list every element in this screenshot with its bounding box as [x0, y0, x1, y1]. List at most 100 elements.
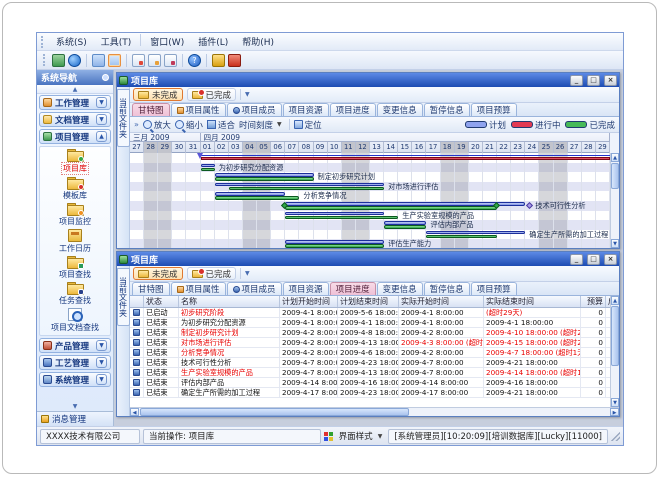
tab-甘特图[interactable]: 甘特图	[132, 282, 170, 295]
current-folder-tab[interactable]: 当前文件夹	[117, 89, 130, 147]
exit-icon[interactable]	[228, 54, 241, 67]
plan-bar-确定生产所需的加工过程[interactable]	[426, 231, 525, 235]
doc-add-icon[interactable]	[132, 54, 145, 67]
scrollbar-thumb[interactable]	[611, 306, 619, 366]
scrollbar-track[interactable]	[410, 408, 610, 416]
actual-bar-分析竞争情况[interactable]	[215, 196, 300, 200]
sidebar-item-项目文档查找[interactable]: 项目文档查找	[40, 307, 110, 334]
scroll-left-arrow-icon[interactable]: ◀	[130, 408, 139, 416]
tab-项目属性[interactable]: 项目属性	[171, 103, 226, 116]
actual-bar-评估内部产品[interactable]	[384, 225, 426, 229]
scrollbar-track[interactable]	[611, 367, 619, 398]
sidebar-scroll-up-button[interactable]: ▲	[37, 85, 113, 94]
sidebar-section-0[interactable]: 工作管理▼	[39, 95, 111, 110]
sidebar-item-模板库[interactable]: 模板库	[40, 176, 110, 202]
table-row[interactable]: 已启动初步研究阶段2009-4-1 8:00:002009-5-6 18:00:…	[130, 308, 610, 318]
menu-item-0[interactable]: 系统(S)	[49, 34, 94, 49]
plan-bar-制定初步研究计划[interactable]	[215, 173, 314, 177]
time-scale-dropdown[interactable]: 时间刻度▼	[239, 119, 285, 131]
table-row[interactable]: 已结束生产实验室规模的产品2009-4-7 8:00:002009-4-13 1…	[130, 368, 610, 378]
minimize-button[interactable]: _	[570, 254, 583, 265]
sidebar-scroll-down-button[interactable]: ▼	[37, 402, 113, 411]
menu-item-2[interactable]: 窗口(W)	[143, 34, 191, 49]
sidebar-section-3[interactable]: 产品管理▼	[39, 338, 111, 353]
actual-bar-对市场进行评估[interactable]	[229, 187, 384, 191]
header-cell-icon[interactable]	[130, 296, 144, 307]
tab-项目预算[interactable]: 项目预算	[471, 103, 517, 116]
tab-暂停信息[interactable]: 暂停信息	[424, 103, 470, 116]
sidebar-item-工作日历[interactable]: 工作日历	[40, 228, 110, 255]
table-row[interactable]: 已结束技术可行性分析2009-4-7 8:00:002009-4-23 18:0…	[130, 358, 610, 368]
maximize-button[interactable]: □	[587, 254, 600, 265]
scrollbar-track[interactable]	[611, 190, 619, 239]
actual-bar-确定生产所需的加工过程[interactable]	[426, 235, 497, 239]
table-row[interactable]: 已结束为初步研究分配资源2009-4-1 8:00:002009-4-1 18:…	[130, 318, 610, 328]
help-icon[interactable]: ?	[188, 54, 201, 67]
plan-bar-技术可行性分析[interactable]	[285, 202, 525, 206]
tab-项目资源[interactable]: 项目资源	[283, 282, 329, 295]
scroll-up-arrow-icon[interactable]: ▲	[611, 296, 619, 305]
sidebar-item-任务查找[interactable]: 任务查找	[40, 281, 110, 307]
chevron-down-icon[interactable]: ▼	[378, 433, 383, 440]
plan-bar-生产实验室规模的产品[interactable]	[285, 212, 384, 216]
doc-edit-icon[interactable]	[148, 54, 161, 67]
close-button[interactable]: ×	[604, 75, 617, 86]
resize-grip[interactable]	[611, 432, 620, 441]
sidebar-item-项目查找[interactable]: 项目查找	[40, 255, 110, 281]
desktop-icon[interactable]	[52, 54, 65, 67]
tab-变更信息[interactable]: 变更信息	[377, 103, 423, 116]
tab-变更信息[interactable]: 变更信息	[377, 282, 423, 295]
plan-bar-分析竞争情况[interactable]	[215, 192, 286, 196]
chevron-down-icon[interactable]: ▼	[96, 114, 107, 125]
chevron-down-icon[interactable]: ▼	[96, 357, 107, 368]
lock-icon[interactable]	[212, 54, 225, 67]
plan-bar-评估生产能力[interactable]	[285, 240, 384, 244]
actual-bar-技术可行性分析[interactable]	[285, 206, 497, 210]
header-cell-预算[interactable]: 预算	[581, 296, 606, 307]
scroll-down-arrow-icon[interactable]: ▼	[611, 398, 619, 407]
interface-style-label[interactable]: 界面样式	[339, 430, 373, 442]
completed-filter-button[interactable]: 已完成	[187, 88, 237, 101]
menu-item-4[interactable]: 帮助(H)	[235, 34, 281, 49]
summary-bar-初步研究阶段[interactable]	[201, 157, 610, 161]
scrollbar-thumb[interactable]	[611, 163, 619, 189]
gantt-window-titlebar[interactable]: 项目库 _ □ ×	[117, 73, 619, 87]
scrollbar-thumb[interactable]	[140, 408, 409, 416]
actual-bar-制定初步研究计划[interactable]	[215, 177, 314, 181]
actual-bar-生产实验室规模的产品[interactable]	[285, 216, 398, 220]
header-cell-实际开始时间[interactable]: 实际开始时间	[399, 296, 484, 307]
header-cell-计划结束时间[interactable]: 计划结束时间	[338, 296, 399, 307]
gantt-chart[interactable]: 为初步研究分配资源制定初步研究计划对市场进行评估分析竞争情况技术可行性分析生产实…	[130, 153, 610, 248]
table-row[interactable]: 已结束分析竞争情况2009-4-2 8:00:002009-4-6 18:00:…	[130, 348, 610, 358]
chevron-up-icon[interactable]: ▲	[96, 131, 107, 142]
tab-暂停信息[interactable]: 暂停信息	[424, 282, 470, 295]
sidebar-item-项目库[interactable]: 项目库	[40, 148, 110, 176]
tab-项目成员[interactable]: 项目成员	[227, 282, 282, 295]
plan-bar-评估内部产品[interactable]	[384, 221, 426, 225]
tab-甘特图[interactable]: 甘特图	[132, 103, 170, 116]
chevron-down-icon[interactable]: ▼	[96, 374, 107, 385]
toolbar-overflow-button[interactable]: »	[134, 120, 139, 129]
sidebar-section-2[interactable]: 项目管理▲	[39, 129, 111, 144]
plan-bar-为初步研究分配资源[interactable]	[201, 164, 215, 168]
menu-item-3[interactable]: 插件(L)	[191, 34, 235, 49]
completed-filter-button[interactable]: 已完成	[187, 267, 237, 280]
sidebar-section-5[interactable]: 系统管理▼	[39, 372, 111, 387]
sidebar-section-4[interactable]: 工艺管理▼	[39, 355, 111, 370]
table-row[interactable]: 已结束确定生产所需的加工过程2009-4-17 8:00:002009-4-23…	[130, 388, 610, 398]
globe-icon[interactable]	[68, 54, 81, 67]
fit-button[interactable]: 适合	[207, 119, 235, 131]
folder-open-icon[interactable]	[92, 54, 105, 67]
gantt-vertical-scrollbar[interactable]: ▲ ▼	[610, 153, 619, 248]
scroll-down-arrow-icon[interactable]: ▼	[611, 239, 619, 248]
scroll-right-arrow-icon[interactable]: ▶	[610, 408, 619, 416]
zoom-in-button[interactable]: 放大	[143, 119, 171, 131]
table-row[interactable]: 已结束评估内部产品2009-4-14 8:00:002009-4-16 18:0…	[130, 378, 610, 388]
header-cell-状态[interactable]: 状态	[144, 296, 179, 307]
save-icon[interactable]	[108, 54, 121, 67]
tab-项目进度[interactable]: 项目进度	[330, 103, 376, 116]
header-cell-实际结束时间[interactable]: 实际结束时间	[484, 296, 581, 307]
current-folder-tab[interactable]: 当前文件夹	[117, 268, 130, 326]
chevron-down-icon[interactable]: ▼	[96, 340, 107, 351]
actual-bar-为初步研究分配资源[interactable]	[201, 168, 215, 172]
